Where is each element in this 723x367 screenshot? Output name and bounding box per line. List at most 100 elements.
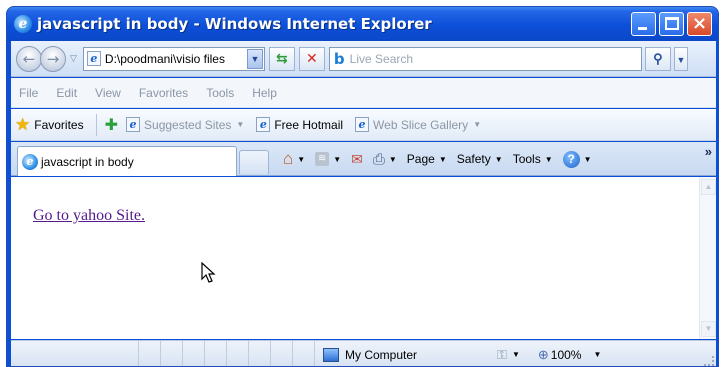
search-options-dropdown[interactable]: ▼ xyxy=(673,46,688,71)
tab-bar: e javascript in body ⌂ ▼ ≋ ▼ ✉ ⎙ ▼ Page ▼ Sa… xyxy=(11,142,716,176)
back-button[interactable]: ← xyxy=(16,45,42,72)
browser-window: e javascript in body - Windows Internet … xyxy=(6,6,719,367)
resize-grip[interactable] xyxy=(704,356,714,366)
page-icon: e xyxy=(256,117,271,132)
search-icon: ⚲ xyxy=(653,50,663,66)
chevron-down-icon: ▼ xyxy=(236,120,245,129)
maximize-button[interactable] xyxy=(659,12,684,36)
close-button[interactable]: × xyxy=(687,12,712,36)
navigation-bar: ← → ▽ e D:\poodmani\visio files ▼ ⇆ ✕ b … xyxy=(11,41,716,77)
zoom-level[interactable]: 100% xyxy=(551,348,582,362)
bing-icon: b xyxy=(333,49,345,68)
favorites-link-suggested-sites[interactable]: e Suggested Sites ▼ xyxy=(126,117,244,132)
minimize-button[interactable] xyxy=(631,12,656,36)
ie-logo-icon: e xyxy=(22,153,38,170)
status-segment xyxy=(293,340,315,366)
chevron-down-icon: ▼ xyxy=(544,154,553,164)
security-zone-label: My Computer xyxy=(345,347,418,362)
safety-menu-label: Safety xyxy=(456,152,491,166)
menu-bar: File Edit View Favorites Tools Help xyxy=(11,78,716,108)
yahoo-link[interactable]: Go to yahoo Site. xyxy=(33,207,145,225)
favorites-link-web-slice-gallery[interactable]: e Web Slice Gallery ▼ xyxy=(355,117,481,132)
status-segment xyxy=(139,340,161,366)
search-button[interactable]: ⚲ xyxy=(644,46,671,71)
chevron-down-icon: ▼ xyxy=(297,154,306,164)
tab-javascript-in-body[interactable]: e javascript in body xyxy=(17,146,237,176)
favorites-link-free-hotmail[interactable]: e Free Hotmail xyxy=(256,117,343,132)
more-commands-chevron-icon[interactable]: » xyxy=(705,144,712,159)
command-bar: ⌂ ▼ ≋ ▼ ✉ ⎙ ▼ Page ▼ Safety ▼ Tools ▼ ? ▼ xyxy=(283,146,602,172)
refresh-icon: ⇆ xyxy=(276,50,288,67)
protected-mode-icon[interactable]: ⚿ xyxy=(497,347,507,363)
favorites-link-label: Suggested Sites xyxy=(144,117,232,132)
favorites-separator xyxy=(95,113,97,136)
address-bar[interactable]: e D:\poodmani\visio files ▼ xyxy=(82,46,265,71)
menu-file[interactable]: File xyxy=(19,86,38,100)
page-menu-label: Page xyxy=(406,152,435,166)
recent-pages-dropdown[interactable]: ▽ xyxy=(70,53,77,64)
favorites-bar: ★ Favorites ✚ e Suggested Sites ▼ e Free… xyxy=(11,109,716,141)
search-input[interactable]: b Live Search xyxy=(328,46,642,71)
window-title: javascript in body - Windows Internet Ex… xyxy=(37,15,432,33)
new-tab-button[interactable] xyxy=(239,150,269,174)
tools-menu-button[interactable]: Tools ▼ xyxy=(513,152,553,166)
vertical-scrollbar[interactable]: ▲ ▼ xyxy=(699,177,716,339)
page-content: Go to yahoo Site. ▲ ▼ xyxy=(11,177,716,339)
window-controls: × xyxy=(631,12,712,36)
home-button[interactable]: ⌂ ▼ xyxy=(283,149,305,169)
ie-logo-icon: e xyxy=(14,15,32,33)
print-icon: ⎙ xyxy=(372,150,385,168)
menu-view[interactable]: View xyxy=(95,86,121,100)
forward-button[interactable]: → xyxy=(40,45,66,72)
chevron-down-icon: ▼ xyxy=(511,350,520,359)
chevron-down-icon: ▼ xyxy=(438,154,447,164)
status-bar: My Computer ⚿ ▼ ⊕ 100% ▼ xyxy=(11,340,716,366)
refresh-button[interactable]: ⇆ xyxy=(268,46,295,71)
scroll-down-button[interactable]: ▼ xyxy=(701,321,716,337)
address-text: D:\poodmani\visio files xyxy=(104,51,225,66)
read-mail-button[interactable]: ✉ xyxy=(351,151,363,168)
status-segment xyxy=(205,340,227,366)
feeds-icon: ≋ xyxy=(315,152,330,166)
maximize-icon xyxy=(665,17,679,30)
minimize-icon xyxy=(638,27,647,30)
menu-favorites[interactable]: Favorites xyxy=(139,86,188,100)
tools-menu-label: Tools xyxy=(512,152,541,166)
menu-help[interactable]: Help xyxy=(252,86,277,100)
mail-icon: ✉ xyxy=(351,150,363,167)
computer-icon xyxy=(323,347,339,362)
scroll-up-button[interactable]: ▲ xyxy=(701,179,716,195)
add-favorites-icon[interactable]: ✚ xyxy=(105,115,118,135)
stop-button[interactable]: ✕ xyxy=(298,46,325,71)
safety-menu-button[interactable]: Safety ▼ xyxy=(457,152,503,166)
back-icon: ← xyxy=(22,49,36,68)
menu-edit[interactable]: Edit xyxy=(56,86,77,100)
security-zone[interactable]: My Computer xyxy=(323,347,418,362)
stop-icon: ✕ xyxy=(306,50,318,67)
title-bar: e javascript in body - Windows Internet … xyxy=(7,7,718,41)
chevron-down-icon: ▼ xyxy=(473,120,482,129)
favorites-button[interactable]: Favorites xyxy=(34,118,83,132)
feeds-button[interactable]: ≋ ▼ xyxy=(315,152,341,166)
close-icon: × xyxy=(691,13,708,34)
status-segment xyxy=(11,340,139,366)
print-button[interactable]: ⎙ ▼ xyxy=(373,151,397,168)
status-segment xyxy=(249,340,271,366)
address-dropdown-button[interactable]: ▼ xyxy=(246,48,263,69)
menu-tools[interactable]: Tools xyxy=(206,86,234,100)
favorites-link-label: Web Slice Gallery xyxy=(373,117,469,132)
status-segment xyxy=(161,340,183,366)
mouse-cursor-icon xyxy=(201,262,216,283)
page-icon: e xyxy=(355,117,370,132)
favorites-link-label: Free Hotmail xyxy=(274,117,344,132)
page-menu-button[interactable]: Page ▼ xyxy=(407,152,447,166)
status-segment xyxy=(183,340,205,366)
forward-icon: → xyxy=(46,49,60,68)
tab-title: javascript in body xyxy=(41,154,134,169)
zoom-icon: ⊕ xyxy=(537,346,549,362)
help-menu-button[interactable]: ? ▼ xyxy=(562,150,592,168)
zoom-tools: ⚿ ▼ ⊕ 100% ▼ xyxy=(497,347,601,363)
status-segment xyxy=(227,340,249,366)
chevron-down-icon[interactable]: ▼ xyxy=(593,350,601,359)
home-icon: ⌂ xyxy=(283,149,294,168)
